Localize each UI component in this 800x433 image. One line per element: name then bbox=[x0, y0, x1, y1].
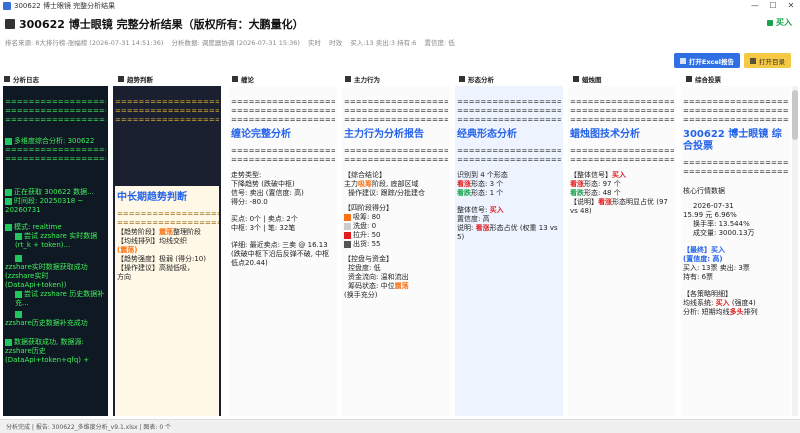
log-icon bbox=[4, 76, 10, 82]
candle-heading: 蜡烛图技术分析 bbox=[570, 129, 640, 140]
panels: 分析日志 趋势判断 缠论 主力行为 形态分析 蜡烛图 综合投票 ========… bbox=[0, 73, 800, 416]
maximize-icon[interactable]: ☐ bbox=[764, 0, 782, 12]
check-icon bbox=[5, 197, 12, 205]
tab-pattern[interactable]: 形态分析 bbox=[459, 73, 494, 85]
wash-icon bbox=[344, 222, 351, 230]
folder-icon bbox=[750, 57, 756, 64]
toolbar: 打开Excel报告 打开目录 bbox=[673, 53, 791, 68]
signal-badge: 买入 bbox=[767, 17, 792, 28]
tab-candle[interactable]: 蜡烛图 bbox=[573, 73, 602, 85]
main-force-heading: 主力行为分析报告 bbox=[344, 129, 424, 140]
report-icon bbox=[5, 19, 15, 29]
trend-content: 中长期趋势判断 ================== =============… bbox=[115, 186, 219, 416]
chan-icon bbox=[232, 76, 238, 82]
check-icon bbox=[15, 232, 22, 240]
check-icon bbox=[5, 188, 12, 196]
vertical-scrollbar[interactable] bbox=[792, 86, 798, 416]
tab-log[interactable]: 分析日志 bbox=[4, 73, 39, 85]
pattern-heading: 经典形态分析 bbox=[457, 129, 517, 140]
app-icon bbox=[3, 2, 11, 10]
signal-icon bbox=[767, 19, 773, 26]
tab-chan[interactable]: 缠论 bbox=[232, 73, 254, 85]
chan-heading: 缠论完整分析 bbox=[231, 129, 291, 140]
check-icon bbox=[15, 254, 22, 262]
log-panel: ================== ================== ==… bbox=[3, 86, 108, 416]
candle-icon bbox=[573, 76, 579, 82]
vote-panel: ================== ================== ==… bbox=[681, 86, 790, 416]
minimize-icon[interactable]: — bbox=[746, 0, 764, 12]
rise-icon bbox=[344, 231, 351, 239]
open-excel-button[interactable]: 打开Excel报告 bbox=[673, 53, 740, 68]
check-icon bbox=[15, 290, 22, 298]
candle-panel: ================== ================== ==… bbox=[568, 86, 676, 416]
main-force-icon bbox=[345, 76, 351, 82]
check-icon bbox=[15, 310, 22, 318]
tab-trend[interactable]: 趋势判断 bbox=[118, 73, 153, 85]
trend-heading: 中长期趋势判断 bbox=[117, 192, 187, 203]
window-title: 300622 博士眼镜 完整分析结果 bbox=[14, 2, 116, 10]
window-titlebar: 300622 博士眼镜 完整分析结果 — ☐ ✕ bbox=[0, 0, 800, 12]
status-bar: 分析完成 | 报告: 300622_多维度分析_v9.1.xlsx | 图表: … bbox=[0, 419, 800, 433]
check-icon bbox=[5, 223, 12, 231]
excel-icon bbox=[679, 57, 686, 64]
pattern-icon bbox=[459, 76, 465, 82]
distribute-icon bbox=[344, 240, 351, 248]
close-icon[interactable]: ✕ bbox=[782, 0, 800, 12]
result-header: 300622 博士眼镜 完整分析结果（版权所有：大鹏量化） 买入 排名来源: 8… bbox=[0, 12, 800, 50]
scroll-thumb[interactable] bbox=[792, 90, 798, 140]
open-dir-button[interactable]: 打开目录 bbox=[744, 53, 791, 68]
tab-vote[interactable]: 综合投票 bbox=[686, 73, 721, 85]
meta-line: 排名来源: 8大排行榜-涨幅榜 (2026-07-31 14:51:36) 分析… bbox=[5, 39, 455, 47]
main-force-panel: ================== ================== ==… bbox=[342, 86, 450, 416]
tab-main[interactable]: 主力行为 bbox=[345, 73, 380, 85]
page-title: 300622 博士眼镜 完整分析结果（版权所有：大鹏量化） bbox=[5, 16, 304, 32]
vote-heading: 300622 博士眼镜 综合投票 bbox=[683, 129, 782, 152]
pattern-panel: ================== ================== ==… bbox=[455, 86, 563, 416]
check-icon bbox=[5, 137, 12, 145]
vote-icon bbox=[686, 76, 692, 82]
accumulate-icon bbox=[344, 213, 351, 221]
chan-panel: ================== ================== ==… bbox=[229, 86, 337, 416]
check-icon bbox=[5, 338, 12, 346]
trend-icon bbox=[118, 76, 124, 82]
